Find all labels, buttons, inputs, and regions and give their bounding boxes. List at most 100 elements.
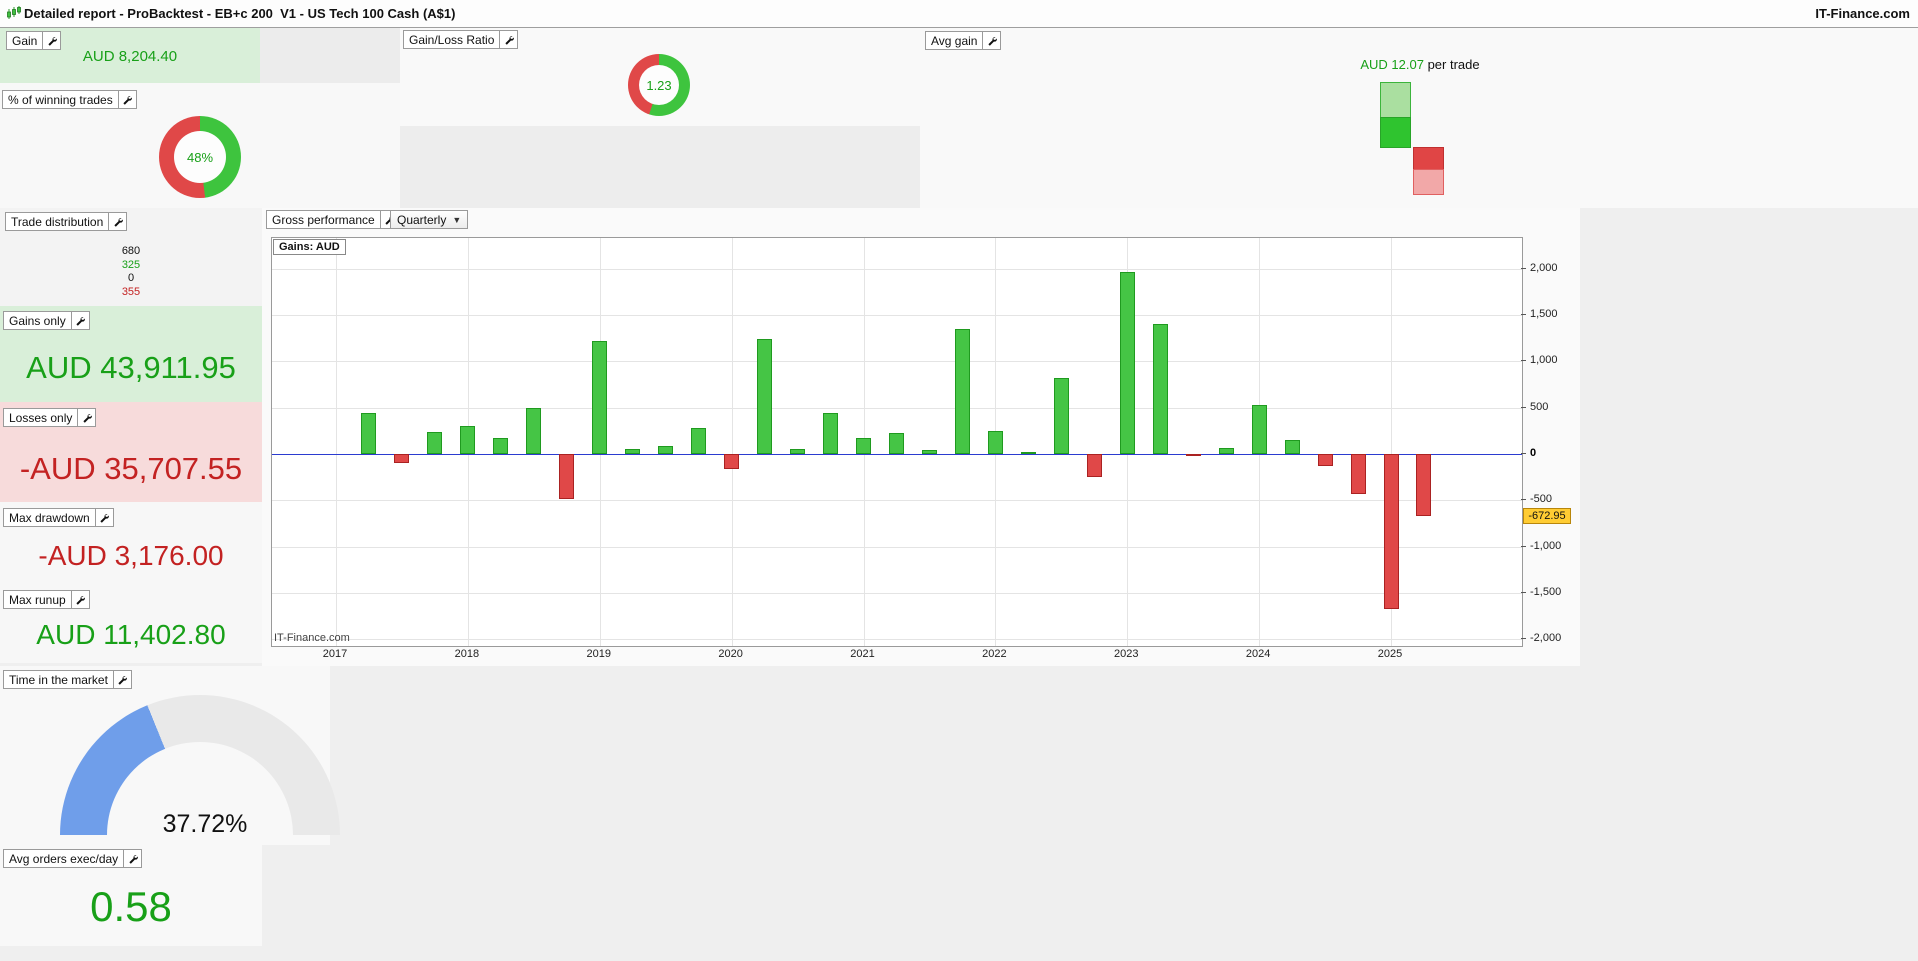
x-tick-label: 2017: [322, 648, 348, 660]
trade-distribution-row: 680: [121, 245, 141, 257]
max-runup-label: Max runup: [9, 593, 66, 607]
time-in-market-label-box: Time in the market: [3, 670, 132, 689]
chart-bar[interactable]: [460, 426, 476, 454]
chart-bar[interactable]: [427, 432, 443, 454]
chart-bar[interactable]: [921, 450, 937, 454]
wrench-icon[interactable]: [123, 850, 142, 867]
h-gridline: [272, 639, 1522, 641]
y-tick-mark: [1521, 314, 1526, 316]
chart-bar[interactable]: [1053, 377, 1069, 454]
chart-bar[interactable]: [559, 454, 575, 500]
gain-panel-filler: [260, 28, 400, 83]
gain-loss-ratio-label-box: Gain/Loss Ratio: [403, 30, 519, 49]
wrench-icon[interactable]: [70, 591, 89, 608]
y-tick-mark: [1521, 591, 1526, 593]
y-tick-label: 0: [1530, 447, 1537, 459]
max-drawdown-label-box: Max drawdown: [3, 508, 114, 527]
gain-loss-ratio-label: Gain/Loss Ratio: [409, 33, 495, 47]
h-gridline: [272, 315, 1522, 317]
chart-bar[interactable]: [361, 412, 377, 454]
chart-bar[interactable]: [1119, 272, 1135, 454]
chart-bar[interactable]: [625, 448, 641, 454]
y-tick-label: -1,000: [1530, 539, 1562, 552]
h-gridline: [272, 361, 1522, 363]
y-tick-mark: [1521, 638, 1526, 640]
x-tick-label: 2024: [1245, 648, 1271, 660]
chart-bar[interactable]: [1416, 454, 1432, 517]
avg-loss-block-red: [1413, 147, 1444, 170]
chart-bar[interactable]: [790, 448, 806, 454]
wrench-icon[interactable]: [982, 32, 1001, 49]
v-gridline: [336, 238, 337, 646]
chart-bar[interactable]: [724, 454, 740, 469]
x-tick-label: 2018: [454, 648, 480, 660]
wrench-icon[interactable]: [94, 509, 113, 526]
chart-bar[interactable]: [1086, 454, 1102, 477]
chart-bar[interactable]: [856, 438, 871, 454]
chart-bar[interactable]: [1020, 452, 1036, 454]
avg-orders-label-box: Avg orders exec/day: [3, 849, 143, 868]
wrench-icon[interactable]: [117, 91, 136, 108]
chart-watermark: IT-Finance.com: [274, 632, 350, 644]
chart-bar[interactable]: [987, 430, 1003, 454]
y-tick-label: 1,000: [1530, 354, 1558, 367]
chart-bar[interactable]: [691, 427, 707, 454]
max-runup-label-box: Max runup: [3, 590, 90, 609]
y-tick-label: -500: [1530, 493, 1553, 506]
losses-only-label: Losses only: [9, 411, 73, 425]
title-bar: Detailed report - ProBacktest - EB+c 200…: [0, 0, 1918, 28]
chart-bar[interactable]: [888, 432, 904, 454]
chart-bar[interactable]: [1383, 454, 1399, 609]
chart-bar[interactable]: [757, 338, 773, 454]
chart-bar[interactable]: [592, 341, 608, 454]
y-tick-mark: [1521, 499, 1526, 501]
detailed-report-window: Detailed report - ProBacktest - EB+c 200…: [0, 0, 1918, 961]
chart-bar[interactable]: [1284, 440, 1300, 454]
chart-bar[interactable]: [1350, 454, 1366, 495]
gross-performance-panel: Gross performance Quarterly ▼ Gains: AUD…: [262, 208, 1580, 666]
x-axis: 2017 2018 2019 2020 2021 2022 2023 2024 2025: [271, 646, 1521, 662]
wrench-icon[interactable]: [42, 32, 61, 49]
period-dropdown[interactable]: Quarterly ▼: [390, 210, 469, 229]
y-tick-mark: [1521, 545, 1526, 547]
chart-bar[interactable]: [823, 412, 839, 454]
trade-distribution-values: 680 325 0 355: [0, 245, 262, 299]
chart-bar[interactable]: [394, 454, 410, 463]
trade-distribution-row: 325: [121, 258, 141, 271]
chart-bar[interactable]: [1152, 324, 1168, 454]
wrench-icon[interactable]: [108, 213, 127, 230]
gains-only-label-box: Gains only: [3, 311, 90, 330]
window-title: Detailed report - ProBacktest - EB+c 200…: [24, 6, 456, 21]
wrench-icon[interactable]: [70, 312, 89, 329]
candlestick-chart-icon: [6, 5, 22, 26]
gain-loss-ratio-value: 1.23: [646, 77, 672, 93]
chart-bar[interactable]: [1218, 447, 1234, 454]
chart-bar[interactable]: [1185, 454, 1201, 457]
losses-only-value: -AUD 35,707.55: [19, 451, 243, 486]
wrench-icon[interactable]: [77, 409, 96, 426]
wrench-icon[interactable]: [112, 671, 131, 688]
avg-gain-suffix: per trade: [1423, 57, 1480, 72]
chart-bar[interactable]: [1317, 454, 1333, 467]
chart-bar[interactable]: [493, 437, 509, 454]
gain-label-box: Gain: [6, 31, 62, 50]
chart-bar[interactable]: [1251, 405, 1267, 454]
chart-bar[interactable]: [658, 445, 674, 454]
y-tick-label: 1,500: [1530, 308, 1558, 321]
gain-value: AUD 8,204.40: [82, 48, 178, 65]
max-drawdown-value: -AUD 3,176.00: [38, 540, 224, 571]
v-gridline: [731, 238, 733, 646]
wrench-icon[interactable]: [499, 31, 518, 48]
y-tick-label: -2,000: [1530, 632, 1562, 645]
winning-trades-label: % of winning trades: [8, 93, 113, 107]
chart-bar[interactable]: [954, 329, 970, 454]
chart-bar[interactable]: [526, 408, 542, 454]
x-tick-label: 2023: [1114, 648, 1139, 660]
gain-loss-ratio-donut: 1.23: [628, 54, 690, 116]
avg-gain-block-light-green: [1380, 82, 1411, 118]
chevron-down-icon: ▼: [452, 214, 462, 225]
y-tick-label: 2,000: [1530, 261, 1558, 274]
y-tick-label: 500: [1530, 400, 1549, 413]
gain-label: Gain: [12, 34, 38, 48]
plot-area: Gains: AUD IT-Finance.com: [271, 237, 1523, 647]
